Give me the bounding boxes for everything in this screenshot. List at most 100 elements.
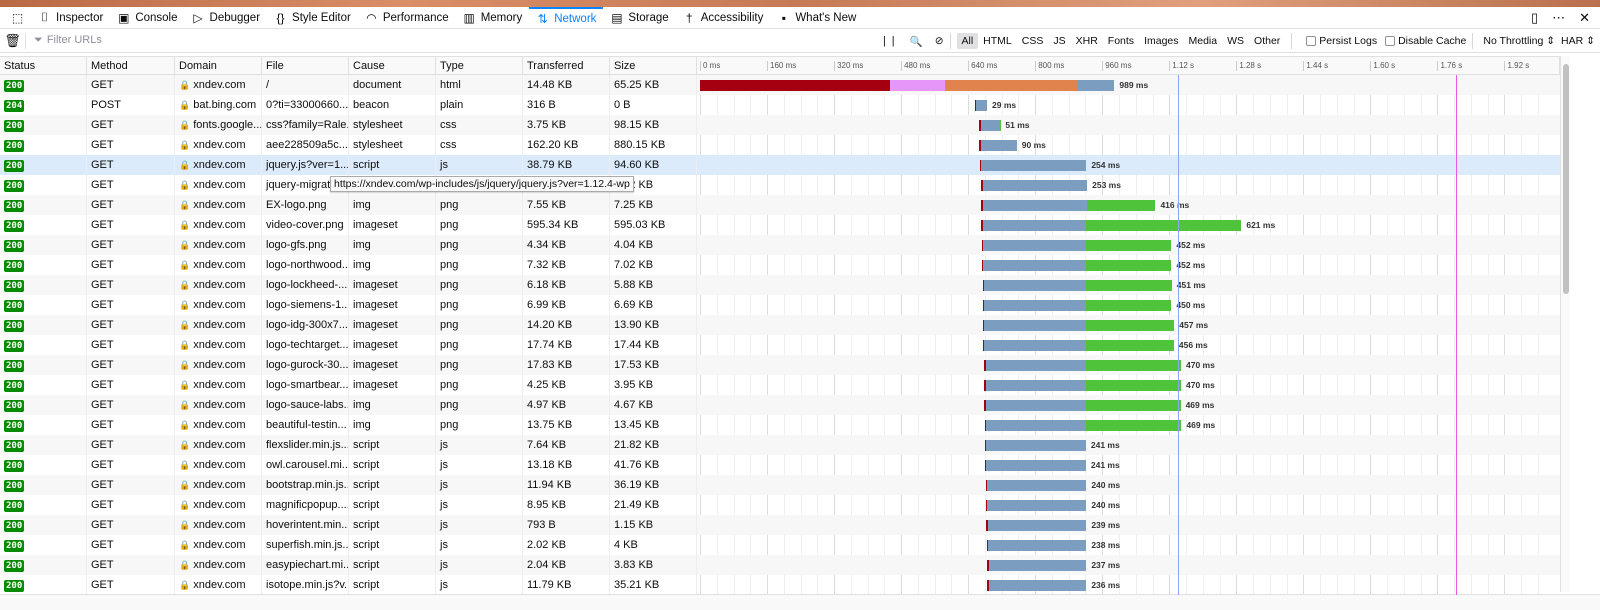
cell-type-text: png [440,419,459,431]
cell-type-text: js [440,519,448,531]
cell-method-text: GET [91,499,114,511]
cell-status: 200 [0,115,87,135]
pause-icon[interactable]: ❘❘ [880,35,898,47]
filter-type-css[interactable]: CSS [1017,33,1049,49]
element-picker-button[interactable]: ⬚ [4,7,31,29]
filter-type-fonts[interactable]: Fonts [1103,33,1139,49]
tab-style-editor[interactable]: {} Style Editor [267,7,358,29]
request-row[interactable]: 200 GET 🔒 xndev.com magnificpopup.... script j… [0,495,1560,515]
clear-requests-icon[interactable]: 🗑 [0,32,26,49]
cell-cause: stylesheet [349,135,436,155]
request-row[interactable]: 200 GET 🔒 xndev.com hoverintent.min.... scrip… [0,515,1560,535]
cell-type-text: png [440,339,459,351]
request-row[interactable]: 200 GET 🔒 xndev.com easypiechart.mi... script… [0,555,1560,575]
request-row[interactable]: 200 GET 🔒 xndev.com logo-northwood... img png 7… [0,255,1560,275]
column-header-method[interactable]: Method [87,57,175,74]
waterfall-cell: 237 ms [697,555,1560,575]
responsive-design-icon[interactable]: ▯ [1531,10,1538,26]
timeline-tick-label: 480 ms [904,61,931,70]
cell-transferred-text: 8.95 KB [527,499,567,511]
column-header-domain[interactable]: Domain [175,57,262,74]
tab-storage[interactable]: ▤ Storage [603,7,675,29]
timing-label: 450 ms [1176,300,1206,310]
tab-memory[interactable]: ▥ Memory [456,7,530,29]
filter-type-xhr[interactable]: XHR [1071,33,1103,49]
cell-method-text: GET [91,419,114,431]
column-header-status[interactable]: Status [0,57,87,74]
column-header-timeline[interactable]: 0 ms 160 ms 320 ms 480 ms 640 ms 800 ms 960 ms… [697,57,1560,74]
tab-inspector[interactable]: ⌷ Inspector [31,7,110,29]
filter-type-js[interactable]: JS [1048,33,1070,49]
timing-bar-waiting [982,280,1086,291]
request-row[interactable]: 200 GET 🔒 xndev.com superfish.min.js... scrip… [0,535,1560,555]
request-row[interactable]: 200 GET 🔒 xndev.com logo-gurock-30... imagese… [0,355,1560,375]
filter-type-ws[interactable]: WS [1222,33,1249,49]
request-row[interactable]: 200 GET 🔒 xndev.com logo-siemens-1... imagese… [0,295,1560,315]
request-row[interactable]: 200 GET 🔒 xndev.com owl.carousel.mi... script… [0,455,1560,475]
throttling-select[interactable]: No Throttling ⇕ [1483,35,1555,47]
request-row[interactable]: 200 GET 🔒 xndev.com logo-lockheed-... imagese… [0,275,1560,295]
scrollbar[interactable] [1560,56,1570,592]
column-header-cause[interactable]: Cause [349,57,436,74]
request-row[interactable]: 200 GET 🔒 xndev.com EX-logo.png img png 7.55 KB… [0,195,1560,215]
request-row[interactable]: 200 GET 🔒 xndev.com flexslider.min.js... scri… [0,435,1560,455]
cell-status: 200 [0,215,87,235]
timing-bar-waiting [979,140,1017,151]
request-row[interactable]: 200 GET 🔒 xndev.com logo-techtarget... images… [0,335,1560,355]
cell-domain: 🔒 xndev.com [175,375,262,395]
load-marker [1456,75,1458,595]
request-row[interactable]: 200 GET 🔒 xndev.com logo-idg-300x7... imagese… [0,315,1560,335]
more-options-icon[interactable]: ⋯ [1552,10,1565,26]
request-row[interactable]: 200 GET 🔒 xndev.com jquery.js?ver=1.... scrip… [0,155,1560,175]
request-row[interactable]: 200 GET 🔒 xndev.com logo-gfs.png img png 4.34 K… [0,235,1560,255]
disable-cache-checkbox[interactable]: Disable Cache [1385,35,1466,47]
lock-icon: 🔒 [179,360,191,370]
cell-cause-text: imageset [353,299,398,311]
request-row[interactable]: 200 GET 🔒 xndev.com beautiful-testin... img pn… [0,415,1560,435]
status-badge: 200 [4,520,25,532]
tab-network[interactable]: ⇅ Network [529,6,604,29]
cell-cause: img [349,235,436,255]
request-row[interactable]: 200 GET 🔒 xndev.com logo-smartbear.... images… [0,375,1560,395]
cell-method: GET [87,335,175,355]
cell-method-text: GET [91,479,114,491]
filter-type-images[interactable]: Images [1139,33,1183,49]
persist-logs-checkbox[interactable]: Persist Logs [1306,35,1377,47]
filter-urls-input[interactable]: ⏷ Filter URLs [34,34,102,47]
column-header-type[interactable]: Type [436,57,523,74]
timing-label: 239 ms [1091,520,1121,530]
tab-debugger[interactable]: ▷ Debugger [185,7,268,29]
request-row[interactable]: 200 GET 🔒 xndev.com / document html 14.48 KB 65.… [0,75,1560,95]
har-menu[interactable]: HAR ⇕ [1561,35,1595,47]
filter-type-html[interactable]: HTML [978,33,1017,49]
search-icon[interactable]: 🔍 [910,35,923,48]
column-header-file[interactable]: File [262,57,349,74]
filter-type-media[interactable]: Media [1184,33,1223,49]
column-header-size[interactable]: Size [610,57,697,74]
timeline-tick-label: 0 ms [703,61,721,70]
request-row[interactable]: 200GET🔒xndev.comjquery-migrate...scriptj… [0,175,1560,195]
tab-accessibility[interactable]: † Accessibility [676,7,771,29]
column-header-transferred[interactable]: Transferred [523,57,610,74]
timing-bar-waiting [986,540,1087,551]
tab-what-s-new[interactable]: ▪ What's New [770,7,863,29]
cell-transferred: 7.32 KB [523,255,610,275]
filter-type-all[interactable]: All [956,33,979,49]
tab-console[interactable]: ▣ Console [110,7,184,29]
filter-type-other[interactable]: Other [1249,33,1285,49]
close-icon[interactable]: ✕ [1579,10,1590,26]
tab-performance[interactable]: ◠ Performance [358,7,456,29]
status-badge: 200 [4,500,25,512]
request-row[interactable]: 200 GET 🔒 xndev.com isotope.min.js?v... scrip… [0,575,1560,595]
request-row[interactable]: 200 GET 🔒 xndev.com bootstrap.min.js... scrip… [0,475,1560,495]
cell-type: js [436,495,523,515]
request-row[interactable]: 200 GET 🔒 xndev.com video-cover.png imageset p… [0,215,1560,235]
cell-domain: 🔒 xndev.com [175,275,262,295]
request-row[interactable]: 200 GET 🔒 xndev.com logo-sauce-labs... img png… [0,395,1560,415]
request-row[interactable]: 200 GET 🔒 fonts.google... css?family=Rale...… [0,115,1560,135]
request-row[interactable]: 204 POST 🔒 bat.bing.com 0?ti=33000660... beac… [0,95,1560,115]
cell-method: GET [87,255,175,275]
block-icon[interactable]: ⊘ [935,35,944,47]
request-row[interactable]: 200 GET 🔒 xndev.com aee228509a5c... styleshee… [0,135,1560,155]
cell-type: png [436,395,523,415]
